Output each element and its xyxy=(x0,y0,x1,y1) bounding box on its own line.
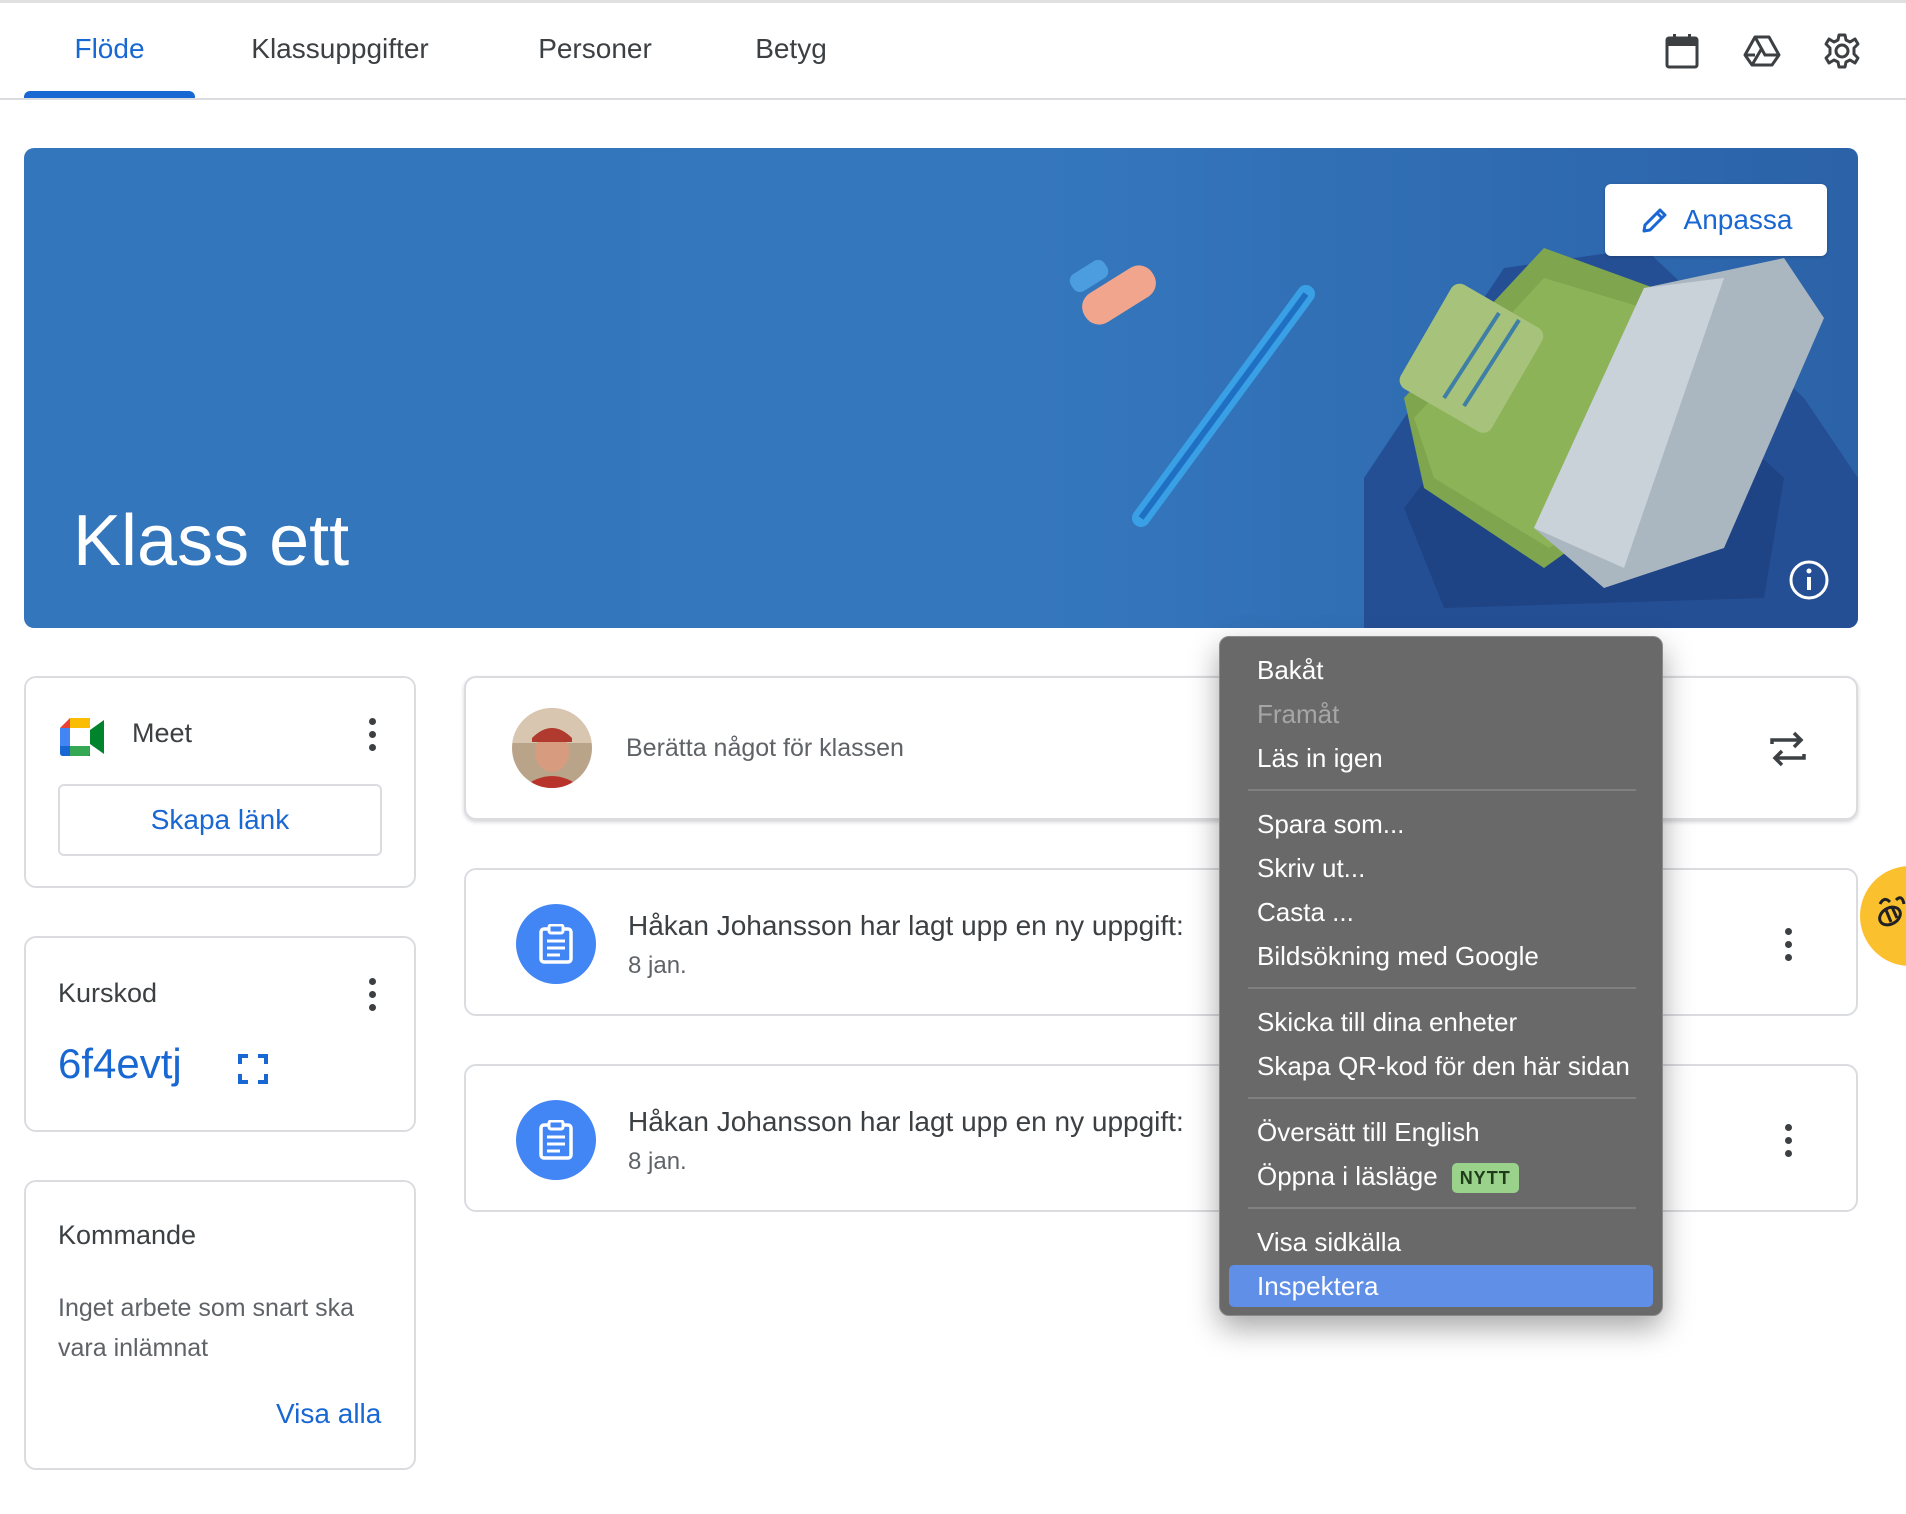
calendar-icon[interactable] xyxy=(1660,29,1704,73)
menu-item-cast[interactable]: Casta ... xyxy=(1229,891,1653,933)
post-more-button[interactable] xyxy=(1776,924,1800,964)
upcoming-empty-text: Inget arbete som snart ska vara inlämnat xyxy=(58,1294,354,1362)
top-nav: Flöde Klassuppgifter Personer Betyg xyxy=(0,3,1906,100)
composer-placeholder: Berätta något för klassen xyxy=(626,734,904,762)
tab-klassuppgifter[interactable]: Klassuppgifter xyxy=(220,3,460,98)
course-code-more-button[interactable] xyxy=(360,974,384,1014)
course-code-title: Kurskod xyxy=(58,978,158,1008)
new-badge: NYTT xyxy=(1451,1163,1519,1194)
menu-item-translate[interactable]: Översätt till English xyxy=(1229,1111,1653,1153)
menu-separator xyxy=(1248,1207,1636,1209)
bee-extension-button[interactable] xyxy=(1860,866,1906,966)
bee-icon xyxy=(1878,896,1906,927)
customize-label: Anpassa xyxy=(1683,204,1793,235)
menu-item-save-as[interactable]: Spara som... xyxy=(1229,803,1653,845)
tab-personer[interactable]: Personer xyxy=(515,3,675,98)
fullscreen-icon[interactable] xyxy=(238,1054,268,1084)
menu-separator xyxy=(1248,1097,1636,1099)
gear-icon[interactable] xyxy=(1820,29,1864,73)
menu-item-view-source[interactable]: Visa sidkälla xyxy=(1229,1221,1653,1263)
pencil-icon xyxy=(1642,208,1667,233)
tab-betyg[interactable]: Betyg xyxy=(735,3,847,98)
active-tab-indicator xyxy=(24,91,195,98)
menu-item-back[interactable]: Bakåt xyxy=(1229,649,1653,691)
meet-card: Meet Skapa länk xyxy=(24,676,416,888)
repost-icon[interactable] xyxy=(1768,728,1808,770)
post-title: Håkan Johansson har lagt upp en ny uppgi… xyxy=(628,910,1184,941)
menu-separator xyxy=(1248,789,1636,791)
meet-more-button[interactable] xyxy=(360,714,384,754)
menu-item-inspect[interactable]: Inspektera xyxy=(1229,1265,1653,1307)
drive-icon[interactable] xyxy=(1740,29,1784,73)
create-link-button[interactable]: Skapa länk xyxy=(58,784,382,856)
menu-item-reader-mode[interactable]: Öppna i läsläge NYTT xyxy=(1229,1155,1653,1197)
menu-item-reload[interactable]: Läs in igen xyxy=(1229,737,1653,779)
menu-separator xyxy=(1248,987,1636,989)
upcoming-title: Kommande xyxy=(58,1220,197,1250)
context-menu: Bakåt Framåt Läs in igen Spara som... Sk… xyxy=(1219,636,1663,1316)
tab-flode[interactable]: Flöde xyxy=(24,3,195,98)
avatar xyxy=(512,708,592,788)
customize-button[interactable]: Anpassa xyxy=(1605,184,1827,256)
reader-mode-label: Öppna i läsläge xyxy=(1257,1161,1438,1191)
menu-item-qr-code[interactable]: Skapa QR-kod för den här sidan xyxy=(1229,1045,1653,1087)
class-title: Klass ett xyxy=(73,501,350,581)
menu-item-print[interactable]: Skriv ut... xyxy=(1229,847,1653,889)
post-date: 8 jan. xyxy=(628,1148,687,1175)
assignment-icon xyxy=(516,904,596,984)
course-code-card: Kurskod 6f4evtj xyxy=(24,936,416,1132)
menu-item-image-search[interactable]: Bildsökning med Google xyxy=(1229,935,1653,977)
upcoming-card: Kommande Inget arbete som snart ska vara… xyxy=(24,1180,416,1470)
menu-item-forward: Framåt xyxy=(1257,699,1340,729)
post-title: Håkan Johansson har lagt upp en ny uppgi… xyxy=(628,1106,1184,1137)
menu-item-send-to-devices[interactable]: Skicka till dina enheter xyxy=(1229,1001,1653,1043)
assignment-icon xyxy=(516,1100,596,1180)
post-more-button[interactable] xyxy=(1776,1120,1800,1160)
class-banner: Klass ett Anpassa xyxy=(24,148,1858,628)
course-code-value: 6f4evtj xyxy=(58,1040,182,1087)
view-all-link[interactable]: Visa alla xyxy=(276,1398,381,1430)
post-date: 8 jan. xyxy=(628,952,687,979)
info-icon[interactable] xyxy=(1787,558,1831,602)
meet-logo-icon xyxy=(60,718,104,756)
meet-title: Meet xyxy=(132,718,193,748)
